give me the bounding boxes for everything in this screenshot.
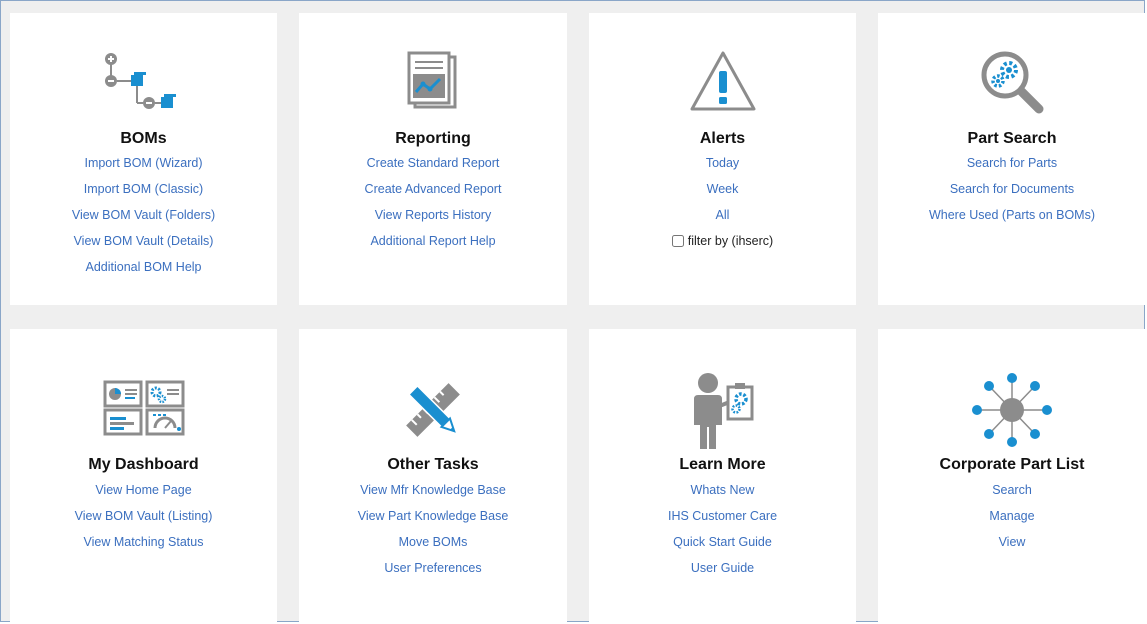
link-ihs-customer-care[interactable]: IHS Customer Care [668, 509, 777, 523]
list-item: View BOM Vault (Listing) [10, 509, 277, 535]
list-item: Import BOM (Wizard) [10, 156, 277, 182]
dashboard-frame: BOMs Import BOM (Wizard) Import BOM (Cla… [0, 0, 1146, 623]
list-item: filter by (ihserc) [589, 234, 856, 260]
learn-more-link-list: Whats New IHS Customer Care Quick Start … [589, 483, 856, 587]
corporate-part-list-link-list: Search Manage View [878, 483, 1146, 561]
other-tasks-link-list: View Mfr Knowledge Base View Part Knowle… [299, 483, 567, 587]
list-item: Week [589, 182, 856, 208]
list-item: User Preferences [299, 561, 567, 587]
link-import-bom-classic[interactable]: Import BOM (Classic) [84, 182, 203, 196]
report-icon [407, 51, 457, 109]
list-item: View Reports History [299, 208, 567, 234]
link-view-home-page[interactable]: View Home Page [95, 483, 191, 497]
tile-corporate-part-list: Corporate Part List Search Manage View [878, 329, 1146, 623]
tile-title-reporting: Reporting [395, 130, 471, 147]
list-item: View [878, 535, 1146, 561]
list-item: Manage [878, 509, 1146, 535]
bom-tree-icon [104, 53, 176, 109]
list-item: Create Advanced Report [299, 182, 567, 208]
link-user-preferences[interactable]: User Preferences [384, 561, 481, 575]
tile-title-dashboard: My Dashboard [88, 456, 199, 473]
dashboard-link-list: View Home Page View BOM Vault (Listing) … [10, 483, 277, 561]
list-item: Where Used (Parts on BOMs) [878, 208, 1146, 234]
part-search-link-list: Search for Parts Search for Documents Wh… [878, 156, 1146, 234]
link-cpl-search[interactable]: Search [992, 483, 1032, 497]
list-item: View BOM Vault (Details) [10, 234, 277, 260]
reporting-link-list: Create Standard Report Create Advanced R… [299, 156, 567, 260]
link-alerts-week[interactable]: Week [707, 182, 739, 196]
tile-part-search: Part Search Search for Parts Search for … [878, 13, 1146, 305]
tile-learn-more: Learn More Whats New IHS Customer Care Q… [589, 329, 856, 623]
filter-checkbox-row[interactable]: filter by (ihserc) [671, 234, 774, 248]
tile-title-other-tasks: Other Tasks [387, 456, 479, 473]
link-import-bom-wizard[interactable]: Import BOM (Wizard) [84, 156, 202, 170]
link-quick-start-guide[interactable]: Quick Start Guide [673, 535, 772, 549]
list-item: Search [878, 483, 1146, 509]
link-view-bom-vault-listing[interactable]: View BOM Vault (Listing) [75, 509, 213, 523]
link-view-part-knowledge-base[interactable]: View Part Knowledge Base [358, 509, 509, 523]
link-search-for-parts[interactable]: Search for Parts [967, 156, 1057, 170]
list-item: Additional BOM Help [10, 260, 277, 286]
tile-title-learn-more: Learn More [679, 456, 766, 473]
list-item: User Guide [589, 561, 856, 587]
tile-title-corporate-part-list: Corporate Part List [939, 456, 1085, 473]
link-view-matching-status[interactable]: View Matching Status [84, 535, 204, 549]
list-item: Search for Documents [878, 182, 1146, 208]
link-whats-new[interactable]: Whats New [691, 483, 755, 497]
link-view-reports-history[interactable]: View Reports History [375, 208, 491, 222]
link-view-mfr-knowledge-base[interactable]: View Mfr Knowledge Base [360, 483, 506, 497]
tile-title-part-search: Part Search [967, 130, 1057, 147]
list-item: Additional Report Help [299, 234, 567, 260]
tile-dashboard: My Dashboard View Home Page View BOM Vau… [10, 329, 277, 623]
alerts-link-list: Today Week All filter by (ihserc) [589, 156, 856, 260]
link-search-for-documents[interactable]: Search for Documents [950, 182, 1074, 196]
tile-boms: BOMs Import BOM (Wizard) Import BOM (Cla… [10, 13, 277, 305]
list-item: IHS Customer Care [589, 509, 856, 535]
list-item: Today [589, 156, 856, 182]
pencil-ruler-icon [406, 383, 460, 437]
link-create-advanced-report[interactable]: Create Advanced Report [365, 182, 502, 196]
link-cpl-view[interactable]: View [999, 535, 1026, 549]
link-additional-bom-help[interactable]: Additional BOM Help [85, 260, 201, 274]
list-item: Quick Start Guide [589, 535, 856, 561]
tile-other-tasks: Other Tasks View Mfr Knowledge Base View… [299, 329, 567, 623]
dashboard-icon [103, 380, 184, 436]
link-create-standard-report[interactable]: Create Standard Report [367, 156, 500, 170]
boms-link-list: Import BOM (Wizard) Import BOM (Classic)… [10, 156, 277, 286]
filter-label: filter by (ihserc) [687, 234, 774, 248]
link-user-guide[interactable]: User Guide [691, 561, 754, 575]
link-cpl-manage[interactable]: Manage [989, 509, 1034, 523]
filter-checkbox[interactable] [671, 235, 684, 247]
link-alerts-today[interactable]: Today [706, 156, 739, 170]
list-item: View Mfr Knowledge Base [299, 483, 567, 509]
link-move-boms[interactable]: Move BOMs [399, 535, 468, 549]
list-item: All [589, 208, 856, 234]
list-item: Search for Parts [878, 156, 1146, 182]
tile-title-boms: BOMs [120, 130, 167, 147]
tile-reporting: Reporting Create Standard Report Create … [299, 13, 567, 305]
presenter-icon [693, 373, 753, 449]
tile-title-alerts: Alerts [699, 130, 746, 147]
list-item: Import BOM (Classic) [10, 182, 277, 208]
tile-alerts: Alerts Today Week All filter by (ihserc) [589, 13, 856, 305]
alert-icon [690, 51, 755, 111]
list-item: View Home Page [10, 483, 277, 509]
link-additional-report-help[interactable]: Additional Report Help [370, 234, 495, 248]
network-hub-icon [972, 373, 1052, 447]
list-item: Create Standard Report [299, 156, 567, 182]
link-view-bom-vault-folders[interactable]: View BOM Vault (Folders) [72, 208, 215, 222]
part-search-icon [981, 51, 1044, 114]
list-item: Whats New [589, 483, 856, 509]
list-item: View Matching Status [10, 535, 277, 561]
list-item: Move BOMs [299, 535, 567, 561]
link-where-used[interactable]: Where Used (Parts on BOMs) [929, 208, 1095, 222]
link-view-bom-vault-details[interactable]: View BOM Vault (Details) [74, 234, 214, 248]
list-item: View BOM Vault (Folders) [10, 208, 277, 234]
link-alerts-all[interactable]: All [716, 208, 730, 222]
list-item: View Part Knowledge Base [299, 509, 567, 535]
